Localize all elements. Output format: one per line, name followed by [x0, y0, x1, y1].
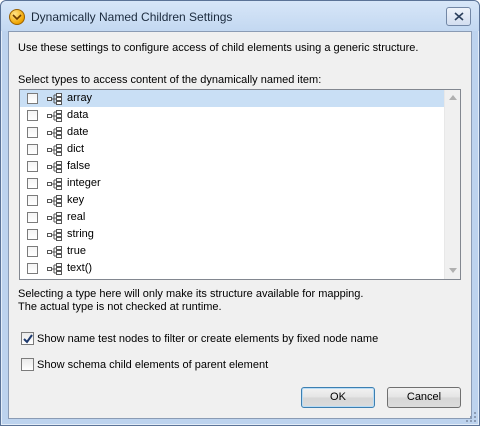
element-node-icon: [47, 195, 62, 207]
list-item-checkbox[interactable]: [27, 110, 38, 121]
list-item-label: date: [67, 126, 89, 138]
dialog-window: Dynamically Named Children Settings Use …: [0, 0, 480, 426]
dialog-body: Use these settings to configure access o…: [8, 31, 472, 419]
vertical-scrollbar[interactable]: [444, 90, 460, 279]
element-node-icon: [47, 246, 62, 258]
intro-text: Use these settings to configure access o…: [18, 42, 419, 54]
list-item-checkbox[interactable]: [27, 246, 38, 257]
scroll-up-button[interactable]: [445, 90, 460, 106]
scroll-down-arrow-icon: [449, 268, 457, 273]
list-item[interactable]: real: [20, 209, 445, 226]
scroll-up-arrow-icon: [449, 95, 457, 100]
note-line-2: The actual type is not checked at runtim…: [18, 301, 222, 313]
list-item-checkbox[interactable]: [27, 161, 38, 172]
list-item-label: array: [67, 92, 93, 104]
list-item[interactable]: dict: [20, 141, 445, 158]
window-title: Dynamically Named Children Settings: [31, 10, 233, 24]
list-item[interactable]: date: [20, 124, 445, 141]
list-item-label: real: [67, 211, 86, 223]
type-listbox[interactable]: array data date dict false integer key real stri…: [19, 89, 461, 280]
element-node-icon: [47, 144, 62, 156]
element-node-icon: [47, 127, 62, 139]
note-line-1: Selecting a type here will only make its…: [18, 288, 364, 300]
list-item[interactable]: false: [20, 158, 445, 175]
element-node-icon: [47, 93, 62, 105]
list-item-label: true: [67, 245, 86, 257]
show-name-test-label[interactable]: Show name test nodes to filter or create…: [37, 333, 378, 345]
list-item-label: data: [67, 109, 89, 121]
element-node-icon: [47, 110, 62, 122]
list-item[interactable]: string: [20, 226, 445, 243]
cancel-button[interactable]: Cancel: [387, 387, 461, 408]
title-bar[interactable]: Dynamically Named Children Settings: [1, 1, 479, 31]
list-item-label: string: [67, 228, 94, 240]
element-node-icon: [47, 212, 62, 224]
list-label: Select types to access content of the dy…: [18, 74, 322, 86]
list-item-checkbox[interactable]: [27, 263, 38, 274]
app-icon: [9, 9, 25, 25]
list-item-label: text(): [67, 262, 93, 274]
checkmark-icon: [23, 334, 33, 344]
resize-grip-icon[interactable]: [465, 411, 477, 423]
list-item-label: false: [67, 160, 91, 172]
show-schema-child-checkbox[interactable]: [21, 358, 34, 371]
show-name-test-checkbox[interactable]: [21, 332, 34, 345]
list-item[interactable]: data: [20, 107, 445, 124]
list-item[interactable]: text(): [20, 260, 445, 277]
list-item-checkbox[interactable]: [27, 178, 38, 189]
type-list: array data date dict false integer key real stri…: [20, 90, 445, 277]
close-button[interactable]: [446, 7, 471, 26]
list-item-checkbox[interactable]: [27, 195, 38, 206]
element-node-icon: [47, 178, 62, 190]
list-item-checkbox[interactable]: [27, 127, 38, 138]
list-item[interactable]: integer: [20, 175, 445, 192]
list-item[interactable]: array: [20, 90, 445, 107]
ok-button[interactable]: OK: [301, 387, 375, 408]
element-node-icon: [47, 161, 62, 173]
list-item[interactable]: key: [20, 192, 445, 209]
list-item-label: key: [67, 194, 85, 206]
list-item-checkbox[interactable]: [27, 212, 38, 223]
list-item-label: dict: [67, 143, 85, 155]
list-item-checkbox[interactable]: [27, 93, 38, 104]
scroll-down-button[interactable]: [445, 263, 460, 279]
show-schema-child-label[interactable]: Show schema child elements of parent ele…: [37, 359, 268, 371]
element-node-icon: [47, 263, 62, 275]
list-item[interactable]: true: [20, 243, 445, 260]
element-node-icon: [47, 229, 62, 241]
list-item-checkbox[interactable]: [27, 144, 38, 155]
list-item-label: integer: [67, 177, 101, 189]
list-item-checkbox[interactable]: [27, 229, 38, 240]
